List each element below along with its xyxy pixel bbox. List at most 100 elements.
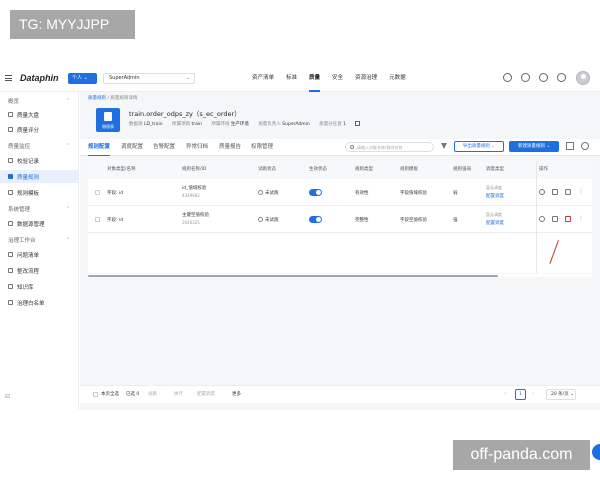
row-checkbox[interactable] <box>95 190 100 195</box>
scrollbar-thumb[interactable] <box>88 275 498 277</box>
rule-name[interactable]: id_值域校验 <box>182 185 206 191</box>
row-checkbox[interactable] <box>95 217 100 222</box>
collapse-sidebar-icon[interactable]: ⊟ <box>5 393 10 400</box>
nav-item-assets[interactable]: 资产清单 <box>252 65 274 92</box>
horizontal-scrollbar[interactable] <box>88 274 592 277</box>
batch-run-button[interactable]: 试跑 <box>148 391 157 397</box>
object-name: 字段: id <box>107 218 124 223</box>
sidebar-item-whitelist[interactable]: 治理白名单 <box>0 296 78 309</box>
schedule-status: 暂无调度 <box>486 212 502 217</box>
status-dot-icon <box>258 190 263 195</box>
main-content: 质量规则 / 质量规则详情 物理表 train.order_odps_zy（s_… <box>80 92 600 410</box>
meta-datasource: LD_train <box>143 122 163 127</box>
sidebar-item-check-records[interactable]: 校验记录 <box>0 154 78 167</box>
meta-key: 所属项目 <box>172 122 191 127</box>
select-all-checkbox[interactable] <box>93 392 98 397</box>
watermark-bottom-right: off-panda.com <box>453 440 590 470</box>
sidebar-item-quality-dashboard[interactable]: 质量大盘 <box>0 108 78 121</box>
more-icon[interactable]: ⋮ <box>578 216 584 222</box>
avatar[interactable] <box>576 71 590 85</box>
sidebar-group-system[interactable]: 系统管理 ⌃ <box>0 202 78 215</box>
brand-logo[interactable]: Dataphin <box>20 73 59 83</box>
nav-item-security[interactable]: 安全 <box>332 65 343 92</box>
view-icon[interactable] <box>539 189 545 195</box>
tab-permission[interactable]: 权限管理 <box>251 139 273 156</box>
tab-quality-report[interactable]: 质量报告 <box>219 139 241 156</box>
selected-count: 已选 0 <box>126 392 140 397</box>
breadcrumb-parent[interactable]: 质量规则 <box>88 96 106 101</box>
new-rule-button[interactable]: 新建质量规则 ⌄ <box>509 141 559 152</box>
search-placeholder: 请输入对象名称/规则名称 <box>357 145 403 150</box>
batch-more-button[interactable]: 更多 <box>232 391 241 397</box>
nav-item-resource-governance[interactable]: 资源治理 <box>355 65 377 92</box>
personal-switch-button[interactable]: 个人 ⌄ <box>68 73 97 84</box>
tab-bar: 规则配置 调度配置 告警配置 异常归档 质量报告 权限管理 请输入对象名称/规则… <box>80 139 600 156</box>
workspace-select[interactable]: SuperAdmin ⌄ <box>103 73 195 84</box>
issue-icon <box>8 252 13 257</box>
tab-rule-config[interactable]: 规则配置 <box>88 139 111 156</box>
sidebar-item-rectify-flow[interactable]: 整改流程 <box>0 264 78 277</box>
sidebar-item-label: 整改流程 <box>17 268 40 275</box>
nav-item-quality[interactable]: 质量 <box>309 65 321 92</box>
sidebar-item-knowledge[interactable]: 知识库 <box>0 280 78 293</box>
tab-exception-archive[interactable]: 异常归档 <box>186 139 208 156</box>
table-row[interactable]: 字段: id 主键空值校验 2646325 未试跑 完整性 字段空值校验 强 暂… <box>88 206 592 233</box>
table-row[interactable]: 字段: id id_值域校验 4349982 未试跑 有效性 字段值域校验 弱 … <box>88 179 592 206</box>
next-page-icon[interactable]: › <box>532 391 534 397</box>
nav-item-standards[interactable]: 标准 <box>286 65 297 92</box>
enabled-toggle[interactable] <box>309 216 322 223</box>
sidebar-group-quality-monitor[interactable]: 质量监控 ⌃ <box>0 139 78 152</box>
prev-page-icon[interactable]: ‹ <box>504 391 506 397</box>
page-title: train.order_odps_zy（s_ec_order） <box>129 110 241 118</box>
settings-icon[interactable] <box>539 73 548 82</box>
tab-alert-config[interactable]: 告警配置 <box>153 139 175 156</box>
nav-item-metadata[interactable]: 元数据 <box>389 65 406 92</box>
chevron-up-icon: ⌃ <box>65 142 70 149</box>
chevron-down-icon: ⌄ <box>185 75 190 81</box>
refresh-icon[interactable] <box>581 142 589 150</box>
page-size-select[interactable]: 20 条/页 ⌄ <box>546 389 576 400</box>
help-icon[interactable] <box>557 73 566 82</box>
col-schedule: 调度类型 <box>486 167 504 172</box>
sidebar-item-quality-rules[interactable]: 质量规则 <box>0 170 78 183</box>
sidebar-group-governance[interactable]: 治理工作台 ⌃ <box>0 233 78 246</box>
batch-schedule-button[interactable]: 配置调度 <box>197 391 215 397</box>
rule-strength: 强 <box>453 218 458 223</box>
sidebar-item-quality-score[interactable]: 质量评分 <box>0 123 78 136</box>
meta-key: 所属环境 <box>211 122 230 127</box>
sidebar-group-label: 治理工作台 <box>8 237 36 244</box>
sidebar-item-rule-templates[interactable]: 规则模板 <box>0 186 78 199</box>
copy-icon[interactable] <box>552 189 558 195</box>
more-icon[interactable]: ⋮ <box>578 189 584 195</box>
enabled-toggle[interactable] <box>309 189 322 196</box>
tab-schedule-config[interactable]: 调度配置 <box>121 139 143 156</box>
sidebar-item-label: 质量大盘 <box>17 112 40 119</box>
sidebar-group-overview[interactable]: 概览 ⌃ <box>0 94 78 107</box>
search-input[interactable]: 请输入对象名称/规则名称 <box>345 142 434 152</box>
config-schedule-link[interactable]: 配置调度 <box>486 220 504 226</box>
rule-type: 有效性 <box>355 191 369 196</box>
sidebar-item-datasource[interactable]: 数据源管理 <box>0 217 78 230</box>
copy-icon[interactable] <box>552 216 558 222</box>
task-icon[interactable] <box>503 73 512 82</box>
top-icons <box>503 73 575 82</box>
menu-icon[interactable] <box>5 75 12 81</box>
edit-icon[interactable] <box>565 189 571 195</box>
meta-key: 质量负责人 <box>258 122 281 127</box>
search-icon <box>350 145 354 149</box>
page-number-button[interactable]: 1 <box>515 389 526 400</box>
config-schedule-link[interactable]: 配置调度 <box>486 193 504 199</box>
view-icon[interactable] <box>539 216 545 222</box>
batch-exec-button[interactable]: 执行 <box>174 391 183 397</box>
breadcrumb: 质量规则 / 质量规则详情 <box>88 95 137 101</box>
rule-name[interactable]: 主键空值校验 <box>182 212 209 218</box>
notification-icon[interactable] <box>521 73 530 82</box>
edit-icon[interactable] <box>355 121 361 126</box>
export-rules-button[interactable]: 导出质量规则 ⌄ <box>454 141 504 152</box>
delete-icon[interactable] <box>565 216 571 222</box>
sidebar-item-issues[interactable]: 问题清单 <box>0 248 78 261</box>
filter-icon[interactable] <box>441 143 447 149</box>
list-view-icon[interactable] <box>566 142 574 150</box>
score-icon <box>8 127 13 132</box>
floating-help-button[interactable] <box>592 444 600 460</box>
